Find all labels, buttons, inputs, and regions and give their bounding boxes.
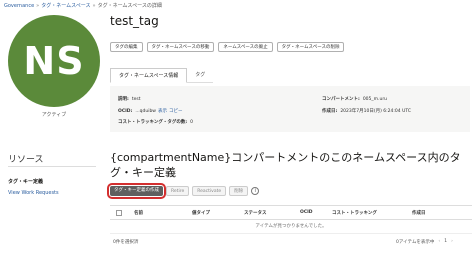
- delete-button[interactable]: 削除: [229, 186, 249, 196]
- column-header-created[interactable]: 作成日: [412, 210, 426, 216]
- ocid-field: OCID: ...qduibw 表示 コピー: [118, 108, 183, 114]
- empty-message: アイテムが見つかりませんでした。: [110, 220, 472, 234]
- info-panel: 説明: test OCID: ...qduibw 表示 コピー コスト・トラッキング・タ…: [110, 86, 470, 132]
- move-namespace-button[interactable]: タグ・ネームスペースの移動: [146, 42, 215, 52]
- breadcrumb: Governance» タグ・ネームスペース» タグ・ネームスペースの詳細: [4, 2, 162, 9]
- breadcrumb-separator: »: [92, 3, 96, 9]
- resource-avatar-panel: NS アクティブ: [8, 15, 100, 118]
- tab-namespace-info[interactable]: タグ・ネームスペース情報: [110, 68, 188, 83]
- pagination: 0アイテムを表示中 ‹ 1 ›: [396, 239, 453, 245]
- page-title: test_tag: [110, 14, 159, 28]
- prev-page-button[interactable]: ‹: [438, 239, 440, 245]
- avatar-initials: NS: [23, 39, 85, 83]
- description-value: test: [131, 97, 141, 102]
- ocid-show-link[interactable]: 表示: [158, 109, 167, 114]
- select-all-checkbox[interactable]: [116, 209, 122, 216]
- table-toolbar: タグ・キー定義の作成 Retire Reactivate 削除 i: [107, 183, 260, 199]
- sidebar-item-work-requests[interactable]: View Work Requests: [8, 190, 59, 196]
- page-number: 1: [444, 239, 448, 244]
- avatar: NS: [8, 15, 100, 107]
- breadcrumb-governance[interactable]: Governance: [4, 3, 34, 9]
- cost-tracking-label: コスト・トラッキング・タグの数:: [118, 120, 188, 125]
- created-value: 2023年7月10日(月) 6:24:04 UTC: [340, 109, 411, 114]
- compartment-value: 005_m.uru: [362, 97, 388, 102]
- tag-key-table: 名前 値タイプ ステータス OCID コスト・トラッキング 作成日 アイテムが見…: [110, 205, 472, 234]
- tabs: タグ・ネームスペース情報 タグ: [110, 68, 214, 83]
- cost-tracking-value: 0: [190, 120, 194, 125]
- table-header: 名前 値タイプ ステータス OCID コスト・トラッキング 作成日: [110, 206, 472, 220]
- column-header-value-type[interactable]: 値タイプ: [192, 210, 210, 216]
- info-icon[interactable]: i: [251, 187, 260, 195]
- cost-tracking-field: コスト・トラッキング・タグの数: 0: [118, 119, 193, 125]
- sidebar-item-tag-key-definitions[interactable]: タグ・キー定義: [8, 178, 43, 185]
- reactivate-button[interactable]: Reactivate: [192, 186, 227, 196]
- column-header-status[interactable]: ステータス: [244, 210, 267, 216]
- ocid-value: ...qduibw: [135, 109, 156, 114]
- items-shown: 0アイテムを表示中: [396, 240, 435, 245]
- create-tag-key-button[interactable]: タグ・キー定義の作成: [107, 183, 166, 199]
- breadcrumb-separator: »: [36, 3, 40, 9]
- action-toolbar: タグの編集 タグ・ネームスペースの移動 ネームスペースの廃止 タグ・ネームスペー…: [110, 42, 345, 52]
- column-header-ocid[interactable]: OCID: [300, 210, 313, 215]
- retire-button[interactable]: Retire: [166, 186, 190, 196]
- created-label: 作成日:: [322, 109, 338, 114]
- breadcrumb-tag-namespaces[interactable]: タグ・ネームスペース: [41, 3, 90, 9]
- ocid-label: OCID:: [118, 109, 133, 114]
- ocid-copy-link[interactable]: コピー: [169, 109, 183, 114]
- column-header-name[interactable]: 名前: [134, 210, 143, 216]
- selected-count: 0件を選択済: [113, 240, 139, 245]
- edit-tag-button[interactable]: タグの編集: [110, 42, 143, 52]
- column-header-cost-tracking[interactable]: コスト・トラッキング: [332, 210, 377, 216]
- description-label: 説明:: [118, 97, 129, 102]
- resources-divider: [8, 166, 96, 167]
- description-field: 説明: test: [118, 96, 140, 102]
- breadcrumb-current: タグ・ネームスペースの詳細: [97, 3, 162, 9]
- delete-namespace-button[interactable]: タグ・ネームスペースの削除: [276, 42, 345, 52]
- compartment-label: コンパートメント:: [322, 97, 360, 102]
- tab-tags[interactable]: タグ: [187, 68, 214, 83]
- created-field: 作成日: 2023年7月10日(月) 6:24:04 UTC: [322, 108, 411, 114]
- section-title: {compartmentName}コンパートメントのこのネームスペース内のタグ・…: [110, 151, 461, 179]
- next-page-button[interactable]: ›: [451, 239, 453, 245]
- retire-namespace-button[interactable]: ネームスペースの廃止: [218, 42, 273, 52]
- resources-title: リソース: [8, 155, 44, 165]
- status-badge: アクティブ: [41, 112, 67, 118]
- compartment-field: コンパートメント: 005_m.uru: [322, 96, 387, 102]
